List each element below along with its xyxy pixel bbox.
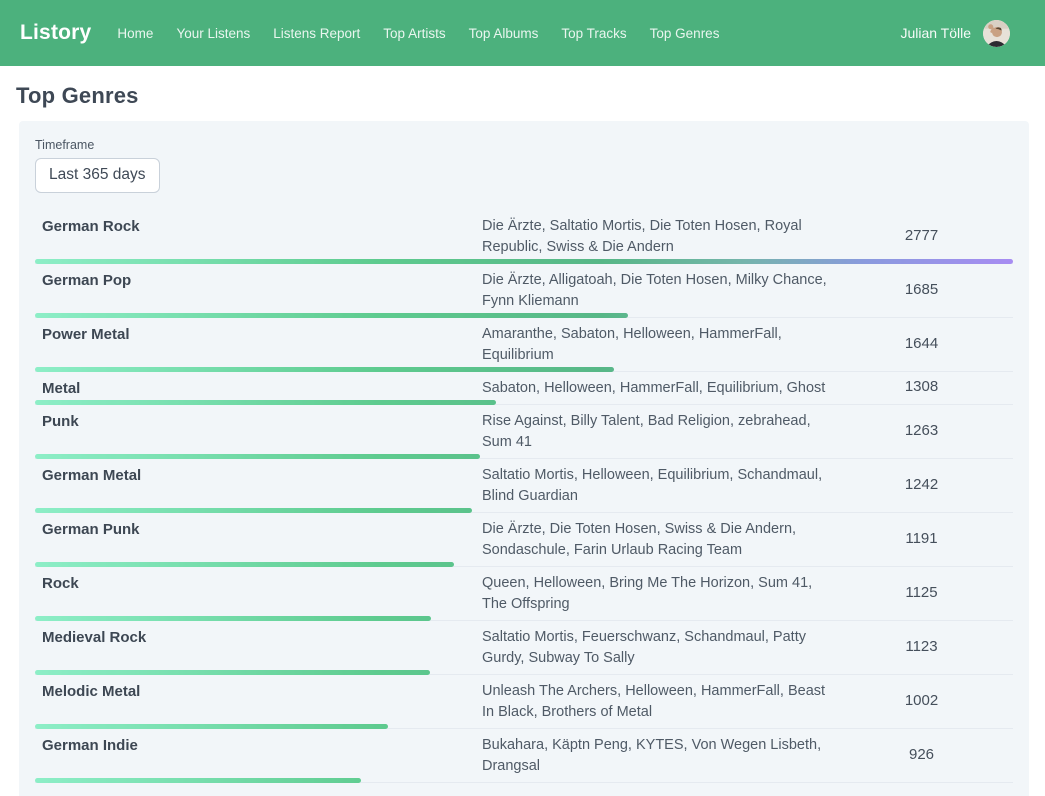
page-content: Top Genres Timeframe Last 365 days Germa… xyxy=(0,83,1045,796)
genre-name: Medieval Rock xyxy=(35,627,482,669)
app-logo[interactable]: Listory xyxy=(20,21,91,45)
genre-listen-count: 1191 xyxy=(830,519,1013,561)
genre-listen-count: 1002 xyxy=(830,681,1013,723)
genre-listen-count: 1123 xyxy=(830,627,1013,669)
main-nav: Home Your Listens Listens Report Top Artist… xyxy=(117,26,900,41)
genre-top-artists: Die Ärzte, Alligatoah, Die Toten Hosen, … xyxy=(482,270,830,312)
genre-listen-count: 1242 xyxy=(830,465,1013,507)
genre-row: German Metal Saltatio Mortis, Helloween,… xyxy=(35,459,1013,513)
genre-name: German Pop xyxy=(35,270,482,312)
genre-name: German Rock xyxy=(35,216,482,258)
user-avatar-photo xyxy=(983,20,1010,47)
genre-top-artists: Die Ärzte, Saltatio Mortis, Die Toten Ho… xyxy=(482,216,830,258)
timeframe-label: Timeframe xyxy=(35,138,1013,152)
genre-top-artists: Queen, Helloween, Bring Me The Horizon, … xyxy=(482,573,830,615)
genre-top-artists: Die Ärzte, Die Toten Hosen, Swiss & Die … xyxy=(482,519,830,561)
nav-item-top-artists[interactable]: Top Artists xyxy=(383,26,445,41)
user-avatar[interactable] xyxy=(983,20,1010,47)
top-genres-card: Timeframe Last 365 days German Rock Die … xyxy=(19,121,1029,796)
genre-listen-count: 926 xyxy=(830,735,1013,777)
timeframe-select[interactable]: Last 365 days xyxy=(35,158,160,193)
genre-row: Power Metal Amaranthe, Sabaton, Hellowee… xyxy=(35,318,1013,372)
genre-name: Melodic Metal xyxy=(35,681,482,723)
genre-top-artists: Rise Against, Billy Talent, Bad Religion… xyxy=(482,411,830,453)
genre-row: Melodic Metal Unleash The Archers, Hello… xyxy=(35,675,1013,729)
top-navbar: Listory Home Your Listens Listens Report To… xyxy=(0,0,1045,66)
nav-item-your-listens[interactable]: Your Listens xyxy=(176,26,250,41)
genre-top-artists: Amaranthe, Sabaton, Helloween, HammerFal… xyxy=(482,324,830,366)
genre-name: German Metal xyxy=(35,465,482,507)
genre-row: Medieval Rock Saltatio Mortis, Feuerschw… xyxy=(35,621,1013,675)
genre-bar xyxy=(35,778,361,783)
genre-name: Metal xyxy=(35,378,482,399)
genre-row: German Indie Bukahara, Käptn Peng, KYTES… xyxy=(35,729,1013,783)
genre-row: Metal Sabaton, Helloween, HammerFall, Eq… xyxy=(35,372,1013,405)
genre-top-artists: Sabaton, Helloween, HammerFall, Equilibr… xyxy=(482,378,830,399)
genre-top-artists: Saltatio Mortis, Helloween, Equilibrium,… xyxy=(482,465,830,507)
genre-listen-count: 1644 xyxy=(830,324,1013,366)
genre-top-artists: Bukahara, Käptn Peng, KYTES, Von Wegen L… xyxy=(482,735,830,777)
genre-name: German Indie xyxy=(35,735,482,777)
genre-name: Rock xyxy=(35,573,482,615)
user-menu[interactable]: Julian Tölle xyxy=(900,20,1010,47)
genre-name: Power Metal xyxy=(35,324,482,366)
genre-listen-count: 1263 xyxy=(830,411,1013,453)
nav-item-home[interactable]: Home xyxy=(117,26,153,41)
nav-item-top-albums[interactable]: Top Albums xyxy=(469,26,539,41)
genre-listen-count: 1308 xyxy=(830,378,1013,399)
genre-top-artists: Unleash The Archers, Helloween, HammerFa… xyxy=(482,681,830,723)
nav-item-top-tracks[interactable]: Top Tracks xyxy=(561,26,626,41)
genre-name: Punk xyxy=(35,411,482,453)
genre-row: Rock Queen, Helloween, Bring Me The Hori… xyxy=(35,567,1013,621)
genre-table: German Rock Die Ärzte, Saltatio Mortis, … xyxy=(35,210,1013,783)
page-title: Top Genres xyxy=(16,83,1029,109)
genre-row: Punk Rise Against, Billy Talent, Bad Rel… xyxy=(35,405,1013,459)
genre-name: German Punk xyxy=(35,519,482,561)
nav-item-listens-report[interactable]: Listens Report xyxy=(273,26,360,41)
genre-listen-count: 1125 xyxy=(830,573,1013,615)
genre-row: German Rock Die Ärzte, Saltatio Mortis, … xyxy=(35,210,1013,264)
genre-row: German Pop Die Ärzte, Alligatoah, Die To… xyxy=(35,264,1013,318)
genre-row: German Punk Die Ärzte, Die Toten Hosen, … xyxy=(35,513,1013,567)
genre-top-artists: Saltatio Mortis, Feuerschwanz, Schandmau… xyxy=(482,627,830,669)
timeframe-filter: Timeframe Last 365 days xyxy=(35,138,1013,193)
genre-listen-count: 2777 xyxy=(830,216,1013,258)
genre-bar-gradient xyxy=(35,778,361,783)
nav-item-top-genres[interactable]: Top Genres xyxy=(650,26,720,41)
genre-listen-count: 1685 xyxy=(830,270,1013,312)
user-name[interactable]: Julian Tölle xyxy=(900,25,971,41)
